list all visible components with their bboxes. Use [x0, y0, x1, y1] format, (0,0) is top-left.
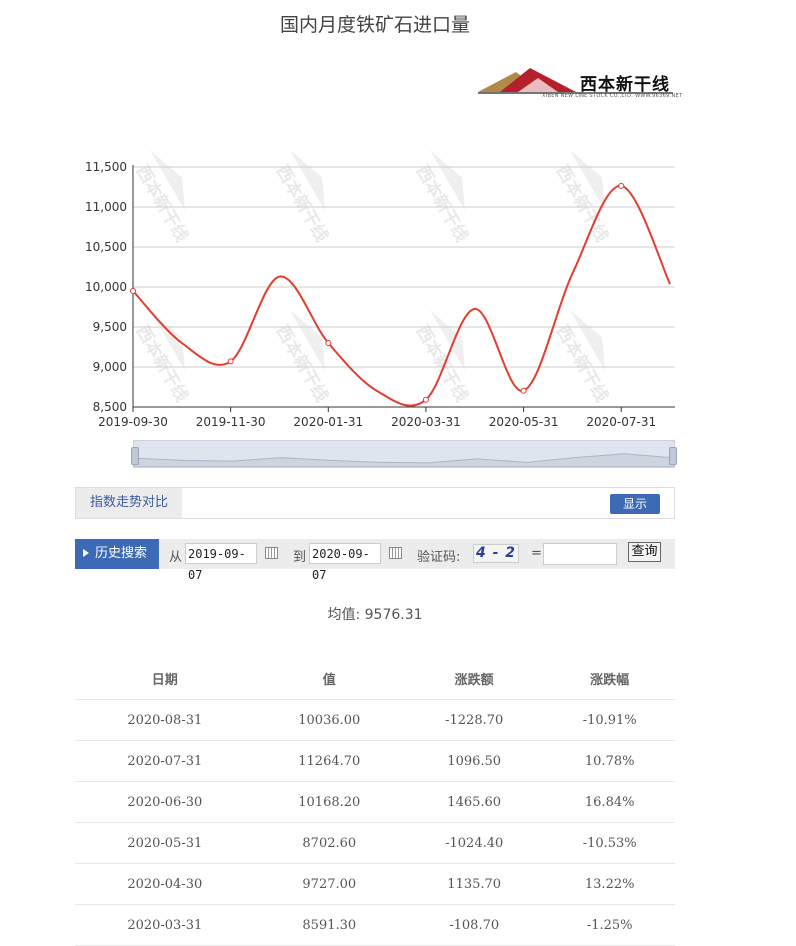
compare-label: 指数走势对比	[76, 488, 182, 518]
x-tick-label: 2020-01-31	[293, 415, 363, 429]
table-row: 2020-05-31 8702.60 -1024.40 -10.53%	[75, 822, 675, 864]
compare-bar: 指数走势对比 显示	[75, 487, 675, 519]
cell-change-pct: 13.22%	[544, 863, 675, 905]
y-tick-label: 10,500	[85, 240, 127, 254]
cell-value: 10168.20	[254, 781, 404, 823]
from-label: 从	[169, 550, 183, 565]
captcha-label: 验证码:	[417, 550, 461, 565]
y-tick-label: 11,000	[85, 200, 127, 214]
cell-value: 11264.70	[254, 740, 404, 782]
table-row: 2020-04-30 9727.00 1135.70 13.22%	[75, 863, 675, 905]
x-tick-label: 2020-05-31	[489, 415, 559, 429]
x-tick-label: 2019-11-30	[196, 415, 266, 429]
query-button[interactable]: 查询	[628, 542, 661, 562]
cell-change: 1135.70	[404, 863, 545, 905]
cell-value: 8702.60	[254, 822, 404, 864]
average-value: 均值: 9576.31	[0, 604, 750, 624]
x-tick-label: 2019-09-30	[98, 415, 168, 429]
cell-date: 2020-07-31	[75, 740, 255, 782]
y-tick-label: 10,000	[85, 280, 127, 294]
to-label: 到	[293, 550, 307, 565]
data-point[interactable]	[422, 396, 429, 403]
y-tick-label: 11,500	[85, 160, 127, 174]
captcha-image: 4 - 2	[473, 544, 519, 563]
cell-value: 8591.30	[254, 904, 404, 946]
table-row: 2020-06-30 10168.20 1465.60 16.84%	[75, 781, 675, 823]
y-tick-label: 9,500	[93, 320, 127, 334]
calendar-icon[interactable]	[265, 547, 278, 559]
from-date-input[interactable]: 2019-09-07	[185, 543, 257, 582]
x-tick-label: 2020-07-31	[586, 415, 656, 429]
line-chart: 西本新干线 西本新干线 西本新干线 西本新干线西本新干线 西本新干线 西本新干线 西本新干线…	[85, 150, 675, 429]
zoom-handle-right[interactable]	[669, 447, 677, 465]
average-number: 9576.31	[364, 607, 423, 623]
cell-change: 1096.50	[404, 740, 545, 782]
zoom-handle-left[interactable]	[131, 447, 139, 465]
cell-change-pct: -1.25%	[544, 904, 675, 946]
table-row: 2020-08-31 10036.00 -1228.70 -10.91%	[75, 699, 675, 741]
table-row: 2020-07-31 11264.70 1096.50 10.78%	[75, 740, 675, 782]
to-date-input[interactable]: 2020-09-07	[309, 543, 381, 582]
cell-date: 2020-08-31	[75, 699, 255, 741]
zoom-preview	[134, 453, 674, 467]
data-point[interactable]	[325, 340, 332, 346]
cell-date: 2020-04-30	[75, 863, 255, 905]
data-point[interactable]	[520, 387, 527, 394]
column-header: 值	[254, 658, 404, 700]
history-search-bar: 历史搜索 从 2019-09-07 到 2020-09-07 验证码: 4 - …	[75, 539, 675, 582]
watermark: 西本新干线	[552, 150, 612, 246]
cell-change-pct: -10.91%	[544, 699, 675, 741]
triangle-right-icon	[83, 549, 89, 557]
logo-name: 西本新干线	[580, 75, 670, 95]
data-point[interactable]	[130, 288, 136, 294]
captcha-input[interactable]	[543, 543, 617, 565]
show-button[interactable]: 显示	[610, 494, 660, 514]
column-header: 涨跌幅	[544, 658, 675, 700]
cell-change: -1228.70	[404, 699, 545, 741]
cell-change: -108.70	[404, 904, 545, 946]
cell-change-pct: 16.84%	[544, 781, 675, 823]
data-table: 日期 值 涨跌额 涨跌幅 2020-08-31 10036.00 -1228.70-…	[75, 658, 675, 946]
average-label: 均值:	[327, 607, 361, 623]
data-point[interactable]	[618, 182, 625, 189]
cell-change: -1024.40	[404, 822, 545, 864]
cell-value: 9727.00	[254, 863, 404, 905]
watermark: 西本新干线	[552, 310, 612, 406]
y-tick-label: 8,500	[93, 400, 127, 414]
logo-subtitle: XIBEN NEW LINE STOCK CO.,LTD. WWW.96369.…	[542, 93, 683, 99]
table-row: 2020-03-31 8591.30 -108.70 -1.25%	[75, 904, 675, 946]
page-title: 国内月度铁矿石进口量	[279, 14, 470, 36]
cell-change-pct: -10.53%	[544, 822, 675, 864]
y-tick-label: 9,000	[93, 360, 127, 374]
table-header-row: 日期 值 涨跌额 涨跌幅	[75, 658, 675, 700]
cell-change-pct: 10.78%	[544, 740, 675, 782]
cell-change: 1465.60	[404, 781, 545, 823]
column-header: 涨跌额	[404, 658, 545, 700]
equals-sign: =	[531, 546, 542, 561]
calendar-icon[interactable]	[389, 547, 402, 559]
x-tick-label: 2020-03-31	[391, 415, 461, 429]
watermark: 西本新干线	[272, 150, 332, 246]
cell-date: 2020-03-31	[75, 904, 255, 946]
watermark: 西本新干线	[412, 150, 472, 246]
zoom-slider[interactable]	[131, 440, 677, 468]
cell-date: 2020-05-31	[75, 822, 255, 864]
cell-value: 10036.00	[254, 699, 404, 741]
history-search-label: 历史搜索	[95, 546, 148, 561]
cell-date: 2020-06-30	[75, 781, 255, 823]
data-point[interactable]	[227, 358, 234, 365]
watermark: 西本新干线	[132, 150, 192, 246]
column-header: 日期	[75, 658, 255, 700]
history-search-tab[interactable]: 历史搜索	[75, 539, 159, 569]
